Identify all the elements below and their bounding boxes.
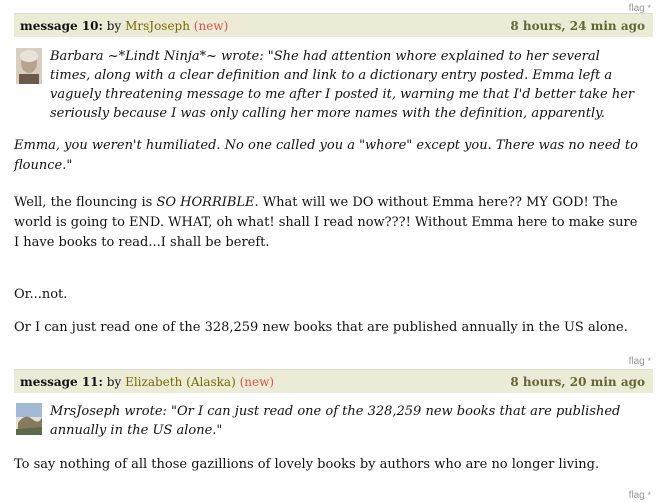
by-label: by (106, 375, 122, 389)
flag-link[interactable]: flag * (629, 490, 651, 501)
message-meta: message 11: by Elizabeth (Alaska) (new) (20, 375, 274, 389)
message-paragraph: Or I can just read one of the 328,259 ne… (14, 320, 628, 335)
message-header: message 10: by MrsJoseph (new) 8 hours, … (14, 13, 653, 37)
message-number: message 11: (20, 375, 103, 389)
message-number: message 10: (20, 19, 103, 33)
new-badge: (new) (239, 375, 275, 389)
emphasis-text: SO HORRIBLE (156, 195, 255, 210)
user-avatar-photo[interactable] (16, 48, 42, 84)
message-timestamp[interactable]: 8 hours, 24 min ago (510, 19, 645, 33)
message-paragraph: To say nothing of all those gazillions o… (14, 457, 600, 472)
flag-star: * (647, 490, 651, 500)
new-badge: (new) (193, 19, 229, 33)
message-header: message 11: by Elizabeth (Alaska) (new) … (14, 369, 653, 393)
by-label: by (106, 19, 122, 33)
message-timestamp[interactable]: 8 hours, 20 min ago (510, 375, 645, 389)
flag-label[interactable]: flag (629, 490, 645, 501)
author-link[interactable]: Elizabeth (Alaska) (125, 375, 236, 389)
quoted-text: MrsJoseph wrote: "Or I can just read one… (50, 404, 621, 438)
flag-link[interactable]: flag * (629, 356, 651, 367)
flag-label[interactable]: flag (629, 356, 645, 367)
message-paragraph: Well, the flouncing is SO HORRIBLE. What… (14, 195, 638, 250)
flag-star: * (647, 356, 651, 366)
user-avatar-landscape[interactable] (16, 403, 42, 435)
message-meta: message 10: by MrsJoseph (new) (20, 19, 228, 33)
flag-star: * (647, 3, 651, 13)
quoted-text: Barbara ~*Lindt Ninja*~ wrote: "She had … (50, 49, 635, 121)
message-paragraph: Emma, you weren't humiliated. No one cal… (14, 138, 638, 173)
message-paragraph: Or...not. (14, 287, 68, 302)
author-link[interactable]: MrsJoseph (125, 19, 190, 33)
